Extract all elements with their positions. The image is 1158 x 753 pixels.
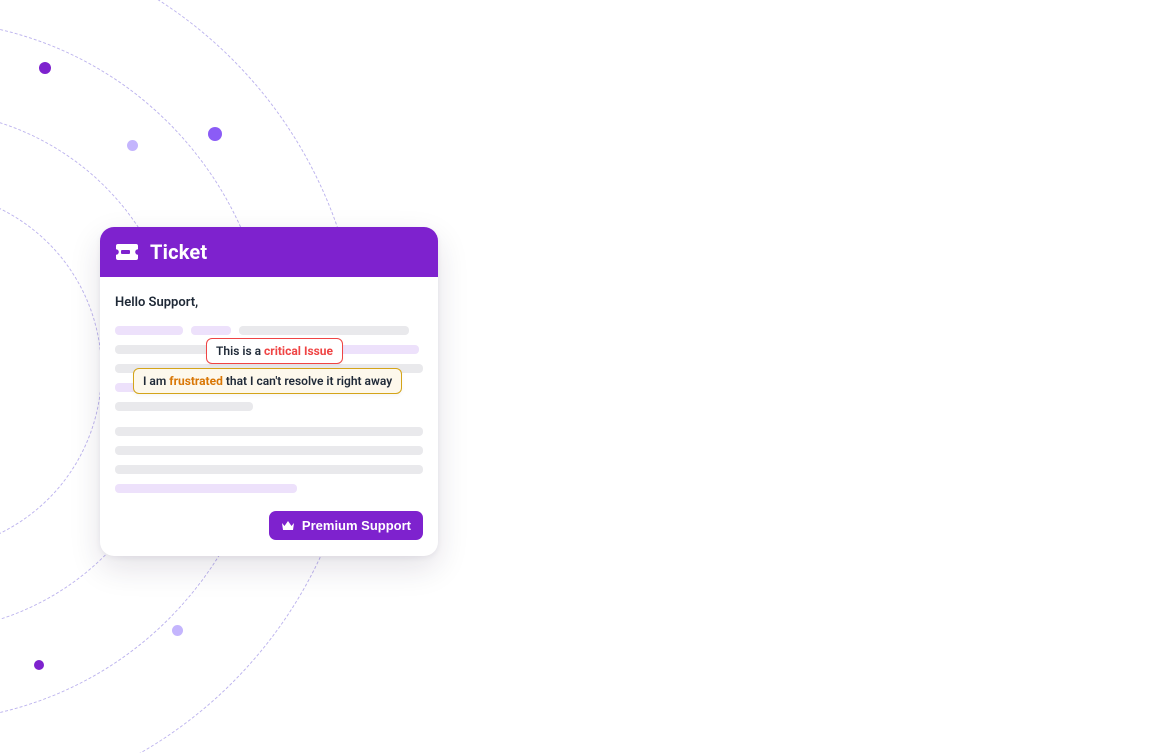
ticket-title: Ticket [150, 240, 207, 264]
orbit-dot [34, 660, 44, 670]
callout-text: This is a [216, 344, 264, 358]
orbit-dot [172, 625, 183, 636]
ticket-header: Ticket [100, 227, 438, 277]
callout-text: I am [143, 374, 169, 388]
crown-icon [281, 520, 295, 532]
orbit-dot [39, 62, 51, 74]
ticket-actions: Premium Support [115, 511, 423, 540]
ticket-body: Hello Support, [100, 277, 438, 556]
ticket-icon [116, 244, 138, 260]
skeleton-line [115, 402, 423, 411]
skeleton-line [115, 446, 423, 455]
callout-highlight: frustrated [169, 374, 223, 388]
orbit-ring [0, 190, 102, 552]
callout-frustrated: I am frustrated that I can't resolve it … [133, 368, 402, 394]
callout-text: that I can't resolve it right away [223, 374, 392, 388]
skeleton-line [115, 326, 423, 335]
callout-highlight: critical Issue [264, 344, 333, 358]
skeleton-line [115, 484, 423, 493]
button-label: Premium Support [302, 518, 411, 533]
callout-critical: This is a critical Issue [206, 338, 343, 364]
ticket-card: Ticket Hello Support, [100, 227, 438, 556]
ticket-greeting: Hello Support, [115, 295, 423, 310]
orbit-dot [208, 127, 222, 141]
skeleton-line [115, 465, 423, 474]
skeleton-line [115, 427, 423, 436]
orbit-dot [127, 140, 138, 151]
premium-support-button[interactable]: Premium Support [269, 511, 423, 540]
